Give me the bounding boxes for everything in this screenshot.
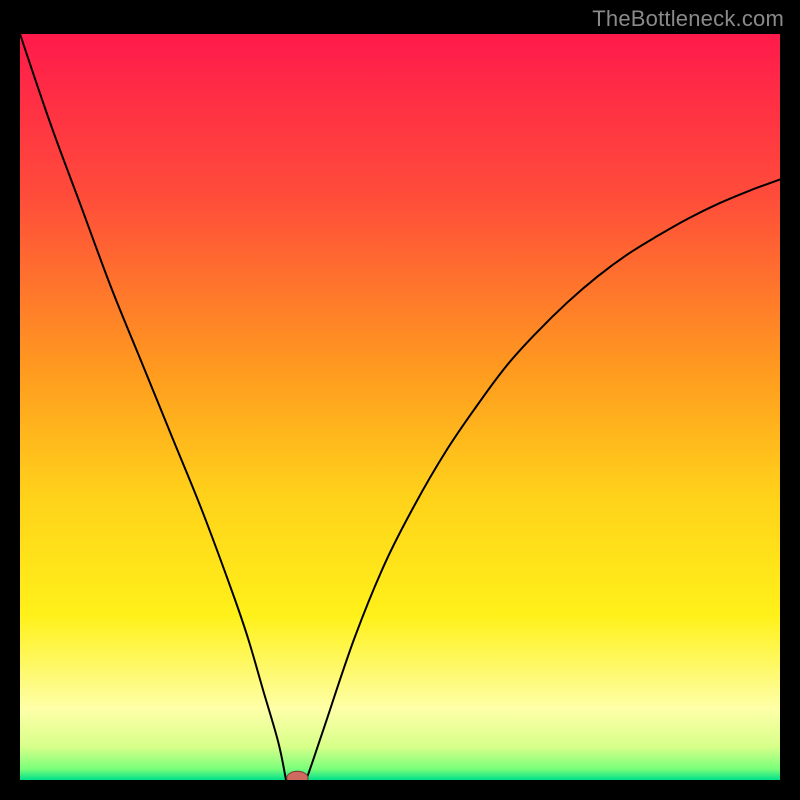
- gradient-background: [20, 34, 780, 780]
- watermark-text: TheBottleneck.com: [592, 6, 784, 32]
- chart-frame: TheBottleneck.com: [0, 0, 800, 800]
- bottleneck-chart: [20, 34, 780, 780]
- plot-area: [20, 34, 780, 780]
